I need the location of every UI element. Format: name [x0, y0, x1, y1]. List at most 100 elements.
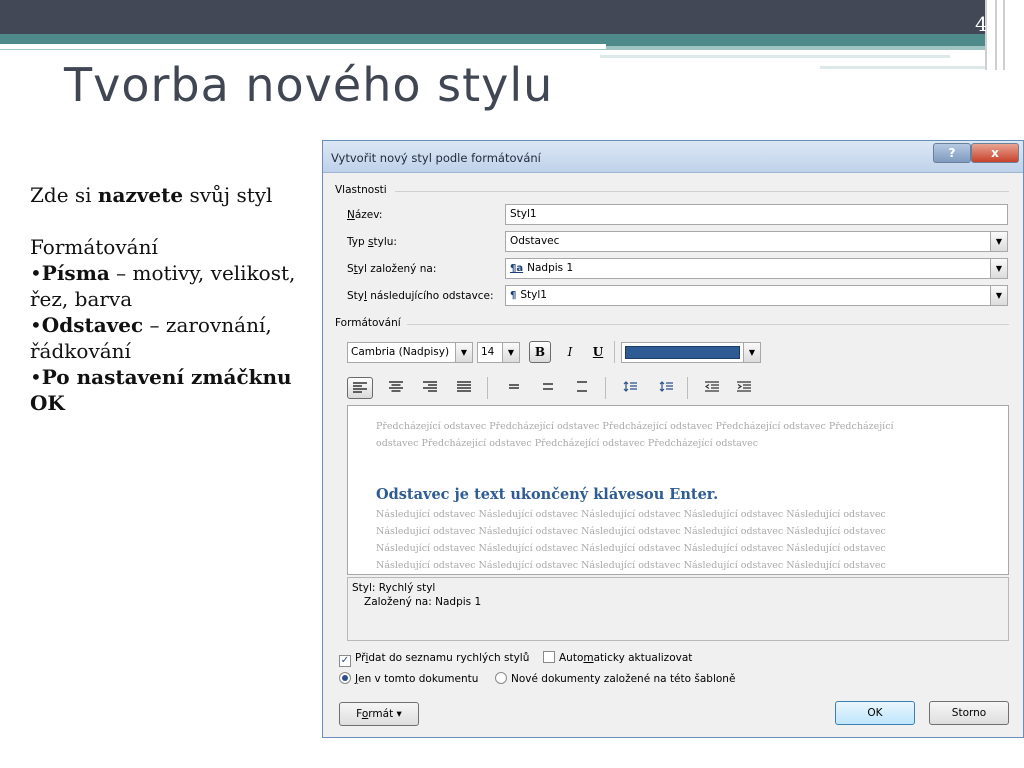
name-input[interactable]: Styl1	[505, 204, 1008, 225]
add-quick-text-b: dat do seznamu rychlých stylů	[368, 652, 530, 664]
based-on-label: Styl založený na:	[347, 263, 436, 275]
single-spacing-button[interactable]	[501, 377, 527, 399]
intro-text-c: svůj styl	[183, 183, 273, 207]
italic-button[interactable]: I	[559, 341, 581, 363]
slide-body-text: Zde si nazvete svůj styl Formátování •Pí…	[30, 182, 320, 416]
slide-title: Tvorba nového stylu	[64, 58, 554, 112]
auto-update-option[interactable]: Automaticky aktualizovat	[543, 651, 692, 665]
chevron-down-icon[interactable]: ▼	[990, 232, 1007, 251]
increase-indent-icon	[737, 381, 751, 392]
formatting-group-line	[407, 324, 1009, 325]
slide-light-strip-short	[820, 66, 990, 69]
description-line-2: Založený na: Nadpis 1	[364, 596, 482, 608]
linked-style-icon: ¶a	[510, 263, 524, 274]
next-style-label-b: následujícího odstavce:	[366, 290, 494, 302]
style-type-label: Typ stylu:	[347, 236, 397, 248]
toolbar-separator	[605, 377, 606, 399]
preview-next-line-2: Následující odstavec Následující odstave…	[376, 526, 886, 537]
chevron-down-icon[interactable]: ▼	[990, 286, 1007, 305]
new-documents-radio[interactable]	[495, 672, 507, 684]
decrease-indent-button[interactable]	[699, 377, 725, 399]
align-right-icon	[423, 381, 437, 392]
double-spacing-icon	[577, 381, 587, 392]
based-on-select[interactable]: ¶a Nadpis 1 ▼	[505, 258, 1008, 279]
align-left-button[interactable]	[347, 377, 373, 399]
next-style-label: Styl následujícího odstavce:	[347, 290, 494, 302]
formatting-heading: Formátování	[30, 235, 158, 259]
chevron-down-icon[interactable]: ▼	[990, 259, 1007, 278]
based-on-value: Nadpis 1	[527, 262, 574, 274]
bullet-paragraph: •Odstavec – zarovnání, řádkování	[30, 312, 320, 364]
double-spacing-button[interactable]	[569, 377, 595, 399]
bullet-dot: •	[30, 313, 42, 337]
add-to-quick-styles-option[interactable]: ✓ Přidat do seznamu rychlých stylů	[339, 651, 529, 667]
one-half-spacing-button[interactable]	[535, 377, 561, 399]
style-type-label-b: tylu:	[373, 236, 397, 248]
auto-update-accel: m	[583, 652, 594, 664]
font-size-select[interactable]: 14 ▼	[477, 342, 520, 363]
dialog-titlebar[interactable]: Vytvořit nový styl podle formátování ? x	[323, 141, 1023, 173]
help-button[interactable]: ?	[933, 143, 971, 163]
dialog-title: Vytvořit nový styl podle formátování	[331, 151, 541, 165]
intro-text-a: Zde si	[30, 183, 98, 207]
next-style-value: Styl1	[520, 289, 547, 301]
one-half-spacing-icon	[543, 383, 553, 390]
only-this-document-option[interactable]: Jen v tomto dokumentu	[339, 672, 478, 686]
increase-indent-button[interactable]	[731, 377, 757, 399]
single-spacing-icon	[509, 384, 519, 389]
auto-update-text-a: Auto	[559, 652, 584, 664]
bold-button[interactable]: B	[529, 341, 551, 363]
slide-top-bar	[0, 0, 1024, 34]
space-after-button[interactable]	[653, 377, 679, 399]
paragraph-style-icon: ¶	[510, 290, 517, 301]
font-size-value: 14	[481, 346, 495, 358]
ok-button[interactable]: OK	[835, 701, 915, 725]
space-after-icon	[659, 381, 673, 392]
chevron-down-icon[interactable]: ▼	[502, 343, 519, 362]
justify-button[interactable]	[451, 377, 477, 399]
add-quick-text-a: Př	[355, 652, 366, 664]
slide-white-strip	[0, 44, 606, 49]
slide-light-strip	[600, 55, 950, 58]
underline-button[interactable]: U	[587, 341, 609, 363]
intro-text-bold: nazvete	[97, 183, 184, 207]
format-text-b: rmát ▾	[368, 708, 402, 720]
name-label: Název:	[347, 209, 382, 221]
auto-update-checkbox[interactable]	[543, 651, 555, 663]
chevron-down-icon[interactable]: ▼	[455, 343, 472, 362]
auto-update-text-b: aticky aktualizovat	[593, 652, 693, 664]
page-number: 4	[975, 12, 988, 36]
add-to-quick-styles-checkbox[interactable]: ✓	[339, 655, 351, 667]
name-label-text: ázev:	[354, 209, 383, 221]
cancel-button[interactable]: Storno	[929, 701, 1009, 725]
style-type-label-a: Typ	[347, 236, 368, 248]
align-right-button[interactable]	[417, 377, 443, 399]
bullet-fonts: •Písma – motivy, velikost, řez, barva	[30, 260, 320, 312]
bullet-confirm-bold: Po nastavení zmáčknu OK	[30, 365, 292, 415]
bullet-dot: •	[30, 261, 42, 285]
preview-current-paragraph: Odstavec je text ukončený klávesou Enter…	[376, 486, 719, 503]
format-menu-button[interactable]: Formát ▾	[339, 702, 419, 726]
align-left-icon	[353, 382, 367, 393]
font-select[interactable]: Cambria (Nadpisy) ▼	[347, 342, 473, 363]
next-style-label-a: Sty	[347, 290, 364, 302]
name-label-accel: N	[347, 209, 355, 221]
font-color-select[interactable]: ▼	[621, 342, 761, 363]
properties-group-line	[395, 191, 1009, 192]
bullet-paragraph-bold: Odstavec	[41, 313, 144, 337]
chevron-down-icon[interactable]: ▼	[743, 343, 760, 362]
style-description: Styl: Rychlý styl Založený na: Nadpis 1	[347, 577, 1009, 641]
only-doc-text: en v tomto dokumentu	[358, 673, 479, 685]
only-this-document-radio[interactable]	[339, 672, 351, 684]
preview-previous-line-1: Předcházející odstavec Předcházející ods…	[376, 421, 894, 432]
style-type-value: Odstavec	[510, 235, 560, 247]
based-on-label-a: S	[347, 263, 354, 275]
bullet-confirm: •Po nastavení zmáčknu OK	[30, 364, 320, 416]
close-button[interactable]: x	[971, 143, 1019, 163]
preview-next-line-1: Následující odstavec Následující odstave…	[376, 509, 886, 520]
style-type-select[interactable]: Odstavec ▼	[505, 231, 1008, 252]
new-documents-option[interactable]: Nové dokumenty založené na této šabloně	[495, 672, 735, 686]
next-style-select[interactable]: ¶ Styl1 ▼	[505, 285, 1008, 306]
space-before-button[interactable]	[617, 377, 643, 399]
align-center-button[interactable]	[383, 377, 409, 399]
